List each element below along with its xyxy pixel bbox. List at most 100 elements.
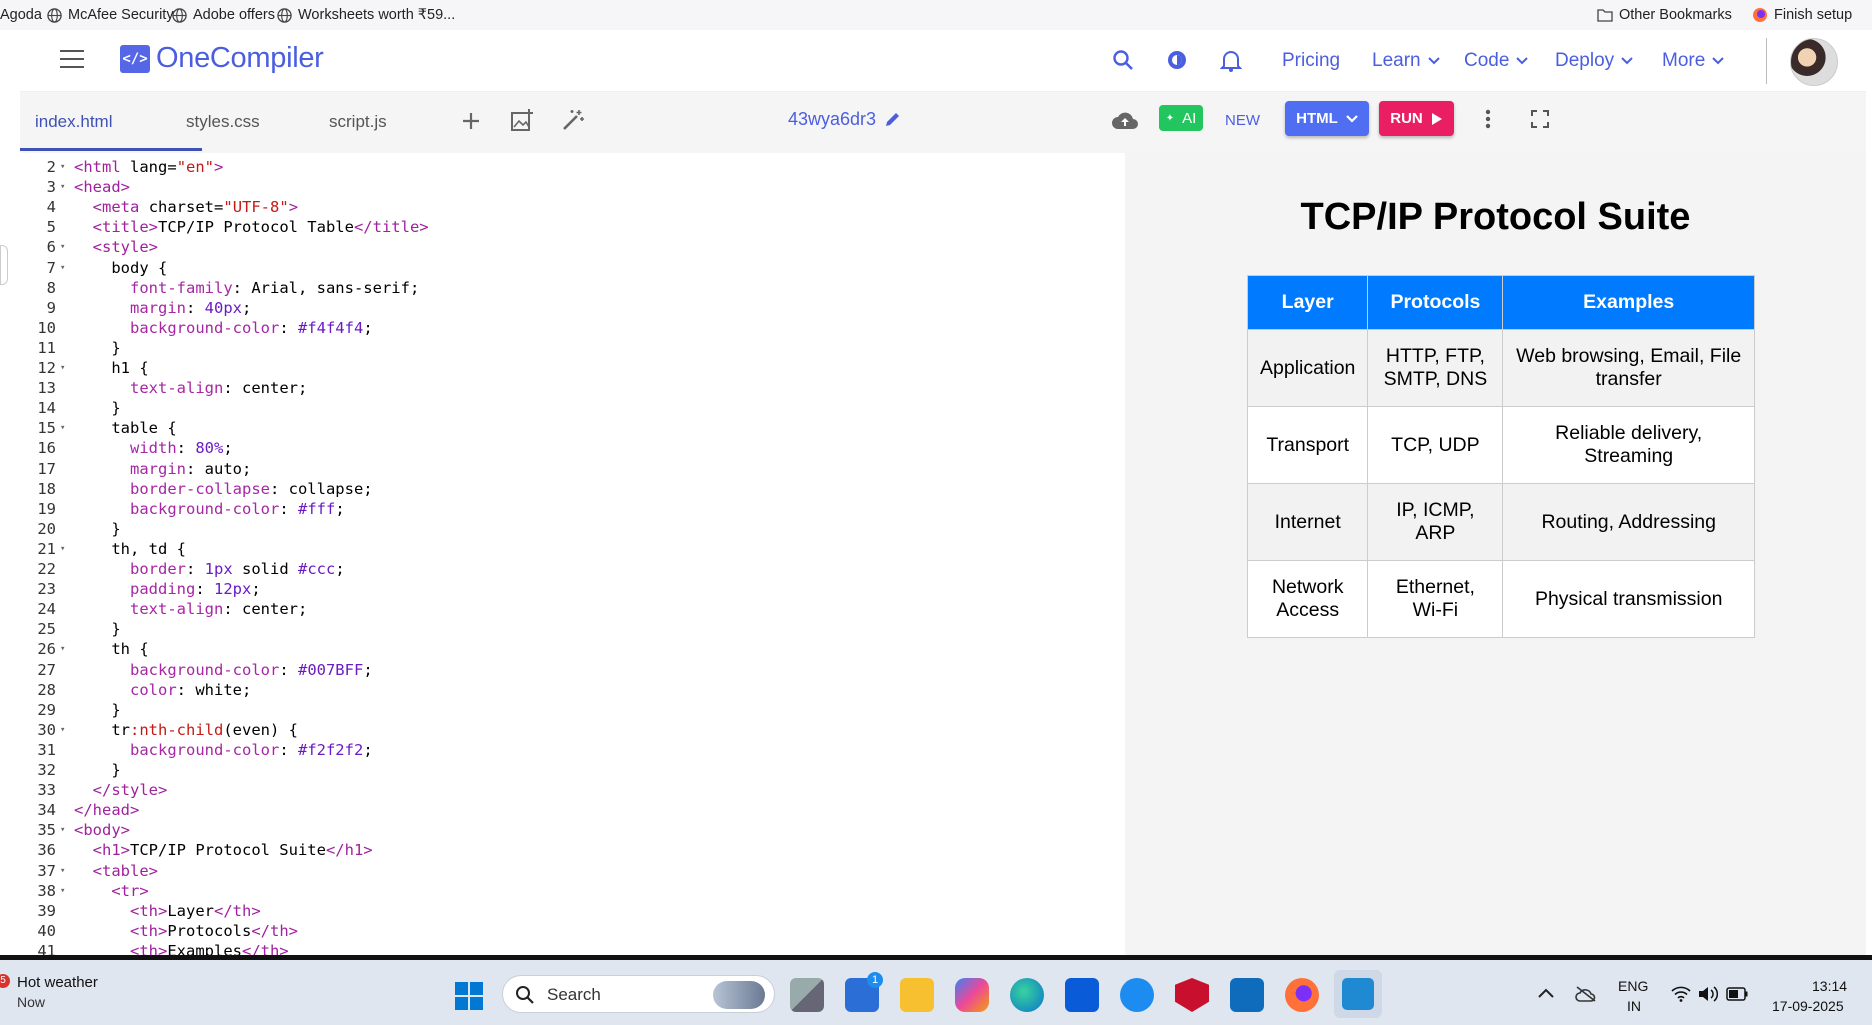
side-handle[interactable]: [0, 245, 8, 285]
code-line[interactable]: 7 ▾ body {: [20, 258, 1125, 278]
windows-start-icon[interactable]: [455, 982, 483, 1010]
code-line[interactable]: 20 }: [20, 519, 1125, 539]
tab-index-html[interactable]: index.html: [35, 112, 112, 132]
outlook-icon[interactable]: [1230, 978, 1264, 1012]
code-line[interactable]: 25 }: [20, 619, 1125, 639]
clock-date[interactable]: 17-09-2025: [1772, 998, 1844, 1014]
fold-caret-icon[interactable]: ▾: [60, 237, 65, 257]
wifi-icon[interactable]: [1671, 986, 1691, 1002]
bookmark-worksheets[interactable]: Worksheets worth ₹59...: [277, 0, 455, 30]
fold-caret-icon[interactable]: ▾: [60, 639, 65, 659]
clock-time[interactable]: 13:14: [1812, 978, 1847, 994]
mcafee-icon[interactable]: [1175, 978, 1209, 1012]
code-line[interactable]: 38 ▾ <tr>: [20, 881, 1125, 901]
code-line[interactable]: 29 }: [20, 700, 1125, 720]
code-line[interactable]: 30 ▾ tr:nth-child(even) {: [20, 720, 1125, 740]
code-line[interactable]: 13 text-align: center;: [20, 378, 1125, 398]
tab-script-js[interactable]: script.js: [329, 112, 387, 132]
vscode-icon-active[interactable]: [1334, 970, 1382, 1018]
fold-caret-icon[interactable]: ▾: [60, 861, 65, 881]
bookmark-adobe[interactable]: Adobe offers: [172, 0, 275, 30]
edit-pencil-icon[interactable]: [883, 109, 903, 129]
file-explorer-icon[interactable]: [900, 978, 934, 1012]
battery-icon[interactable]: [1726, 987, 1748, 1001]
code-line[interactable]: 3 ▾ <head>: [20, 177, 1125, 197]
fold-caret-icon[interactable]: ▾: [60, 881, 65, 901]
myhp-icon[interactable]: [1065, 978, 1099, 1012]
finish-setup[interactable]: Finish setup: [1752, 0, 1852, 30]
code-line[interactable]: 34 </head>: [20, 800, 1125, 820]
code-line[interactable]: 39 <th>Layer</th>: [20, 901, 1125, 921]
tab-styles-css[interactable]: styles.css: [186, 112, 260, 132]
code-line[interactable]: 11 }: [20, 338, 1125, 358]
code-line[interactable]: 36 <h1>TCP/IP Protocol Suite</h1>: [20, 840, 1125, 860]
cloud-upload-icon[interactable]: [1111, 110, 1139, 130]
magic-wand-icon[interactable]: [561, 108, 585, 132]
code-line[interactable]: 32 }: [20, 760, 1125, 780]
code-line[interactable]: 27 background-color: #007BFF;: [20, 660, 1125, 680]
volume-icon[interactable]: [1698, 986, 1718, 1002]
hamburger-menu-icon[interactable]: [60, 50, 84, 70]
nav-code[interactable]: Code: [1464, 50, 1529, 72]
plus-icon[interactable]: [461, 111, 481, 131]
code-line[interactable]: 16 width: 80%;: [20, 438, 1125, 458]
fold-caret-icon[interactable]: ▾: [60, 177, 65, 197]
code-line[interactable]: 8 font-family: Arial, sans-serif;: [20, 278, 1125, 298]
more-vert-icon[interactable]: [1482, 108, 1494, 130]
code-line[interactable]: 5 <title>TCP/IP Protocol Table</title>: [20, 217, 1125, 237]
code-line[interactable]: 19 background-color: #fff;: [20, 499, 1125, 519]
search-box[interactable]: Search: [502, 975, 775, 1013]
fold-caret-icon[interactable]: ▾: [60, 820, 65, 840]
language-selector[interactable]: HTML: [1285, 101, 1369, 136]
code-line[interactable]: 15 ▾ table {: [20, 418, 1125, 438]
fold-caret-icon[interactable]: ▾: [60, 258, 65, 278]
cloud-offline-icon[interactable]: [1575, 986, 1597, 1002]
code-line[interactable]: 12 ▾ h1 {: [20, 358, 1125, 378]
store-icon[interactable]: 1: [845, 972, 883, 1012]
code-line[interactable]: 35 ▾ <body>: [20, 820, 1125, 840]
bookmark-agoda[interactable]: Agoda: [0, 0, 42, 30]
firefox-icon[interactable]: [1285, 978, 1319, 1012]
other-bookmarks[interactable]: Other Bookmarks: [1597, 0, 1732, 30]
nav-deploy[interactable]: Deploy: [1555, 50, 1633, 72]
fold-caret-icon[interactable]: ▾: [60, 358, 65, 378]
help-icon[interactable]: [1120, 978, 1154, 1012]
bell-icon[interactable]: [1220, 48, 1242, 72]
fold-caret-icon[interactable]: ▾: [60, 157, 65, 177]
code-line[interactable]: 24 text-align: center;: [20, 599, 1125, 619]
fullscreen-icon[interactable]: [1531, 110, 1549, 128]
ai-button[interactable]: ✦ AI: [1159, 105, 1203, 131]
code-line[interactable]: 2 ▾ <html lang="en">: [20, 157, 1125, 177]
code-editor[interactable]: 2 ▾ <html lang="en"> 3 ▾ <head> 4 <meta charse…: [20, 153, 1125, 957]
language-indicator[interactable]: ENG: [1618, 978, 1648, 994]
code-line[interactable]: 28 color: white;: [20, 680, 1125, 700]
fold-caret-icon[interactable]: ▾: [60, 539, 65, 559]
fold-caret-icon[interactable]: ▾: [60, 720, 65, 740]
weather-widget[interactable]: 5 Hot weather Now: [0, 974, 120, 1014]
add-image-icon[interactable]: [510, 108, 534, 132]
edge-icon[interactable]: [1010, 978, 1044, 1012]
chevron-up-icon[interactable]: [1538, 988, 1554, 998]
code-line[interactable]: 22 border: 1px solid #ccc;: [20, 559, 1125, 579]
code-line[interactable]: 9 margin: 40px;: [20, 298, 1125, 318]
code-line[interactable]: 14 }: [20, 398, 1125, 418]
code-line[interactable]: 40 <th>Protocols</th>: [20, 921, 1125, 941]
run-button[interactable]: RUN: [1379, 101, 1454, 136]
nav-learn[interactable]: Learn: [1372, 50, 1440, 72]
search-icon[interactable]: [1112, 49, 1134, 71]
code-line[interactable]: 23 padding: 12px;: [20, 579, 1125, 599]
code-line[interactable]: 17 margin: auto;: [20, 459, 1125, 479]
copilot-icon[interactable]: [955, 978, 989, 1012]
theme-toggle-icon[interactable]: [1165, 48, 1189, 72]
region-indicator[interactable]: IN: [1627, 998, 1641, 1014]
code-line[interactable]: 10 background-color: #f4f4f4;: [20, 318, 1125, 338]
fold-caret-icon[interactable]: ▾: [60, 418, 65, 438]
code-line[interactable]: 4 <meta charset="UTF-8">: [20, 197, 1125, 217]
code-line[interactable]: 33 </style>: [20, 780, 1125, 800]
avatar[interactable]: [1790, 38, 1838, 86]
code-line[interactable]: 37 ▾ <table>: [20, 861, 1125, 881]
task-view-icon[interactable]: [790, 978, 824, 1012]
bookmark-mcafee[interactable]: McAfee Security: [47, 0, 174, 30]
logo[interactable]: </> OneCompiler: [120, 42, 324, 75]
code-line[interactable]: 26 ▾ th {: [20, 639, 1125, 659]
